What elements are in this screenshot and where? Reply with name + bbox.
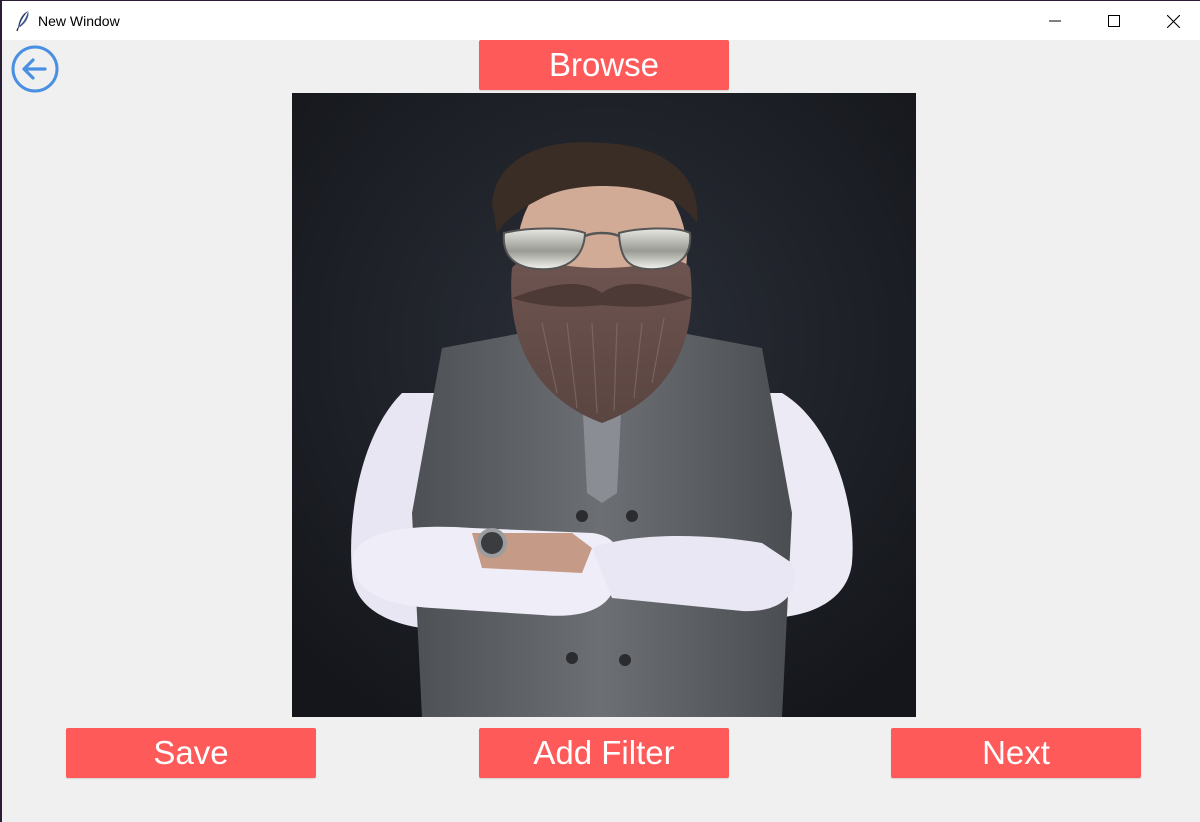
photo-preview [292,93,916,717]
close-icon [1166,14,1180,28]
next-button[interactable]: Next [891,728,1141,778]
maximize-button[interactable] [1085,1,1143,41]
minimize-icon [1049,20,1061,22]
minimize-button[interactable] [1026,1,1084,41]
browse-button[interactable]: Browse [479,40,729,90]
man-portrait-image [292,93,916,717]
back-arrow-icon [11,45,59,93]
app-window: New Window Browse Save Add Filter Next [0,0,1200,822]
feather-icon [14,10,32,32]
close-button[interactable] [1144,1,1200,41]
maximize-icon [1108,15,1120,27]
add-filter-button[interactable]: Add Filter [479,728,729,778]
window-title: New Window [38,13,120,29]
title-bar: New Window [2,0,1200,40]
save-button[interactable]: Save [66,728,316,778]
back-button[interactable] [11,45,59,93]
